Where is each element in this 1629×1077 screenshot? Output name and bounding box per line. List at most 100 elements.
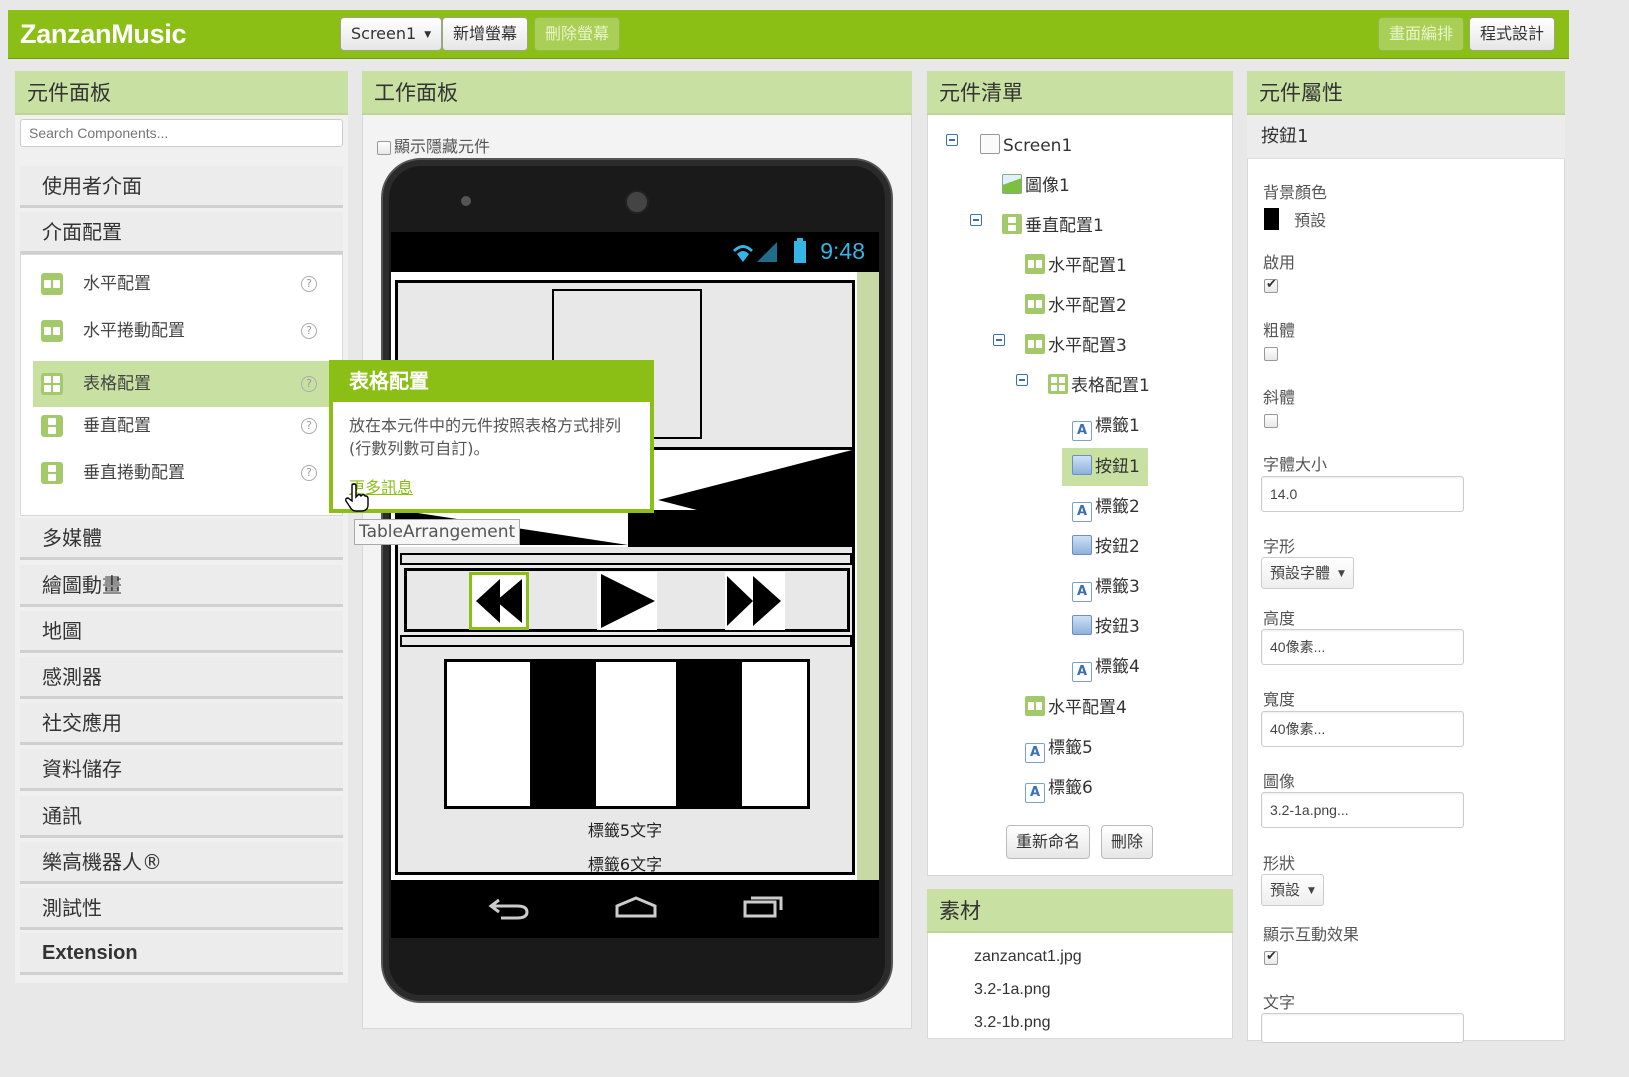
category-sensors[interactable]: 感測器 bbox=[20, 657, 343, 699]
tree-node-label: 按鈕3 bbox=[1095, 617, 1140, 637]
tree-node-label2[interactable]: A 標籤2 bbox=[1072, 492, 1140, 522]
help-icon[interactable]: ? bbox=[301, 376, 317, 392]
designer-button[interactable]: 畫面編排 bbox=[1378, 17, 1465, 51]
asset-item[interactable]: zanzancat1.jpg bbox=[974, 948, 1082, 966]
tree-node-horizontal2[interactable]: 水平配置2 bbox=[1025, 291, 1127, 321]
asset-item[interactable]: 3.2-1b.png bbox=[974, 1014, 1051, 1032]
media-body: zanzancat1.jpg 3.2-1a.png 3.2-1b.png bbox=[927, 933, 1233, 1039]
collapse-icon[interactable] bbox=[993, 334, 1005, 346]
width-input[interactable]: 40像素... bbox=[1261, 711, 1464, 747]
horizontal-arrangement-2[interactable] bbox=[400, 553, 852, 565]
bg-color-picker[interactable]: 預設 bbox=[1264, 207, 1326, 231]
phone-preview: 9:48 標籤5文字 標籤6文字 bbox=[381, 158, 893, 1003]
battery-icon bbox=[794, 238, 806, 263]
search-components-input[interactable] bbox=[20, 119, 343, 147]
category-experimental[interactable]: 測試性 bbox=[20, 888, 343, 930]
enabled-label: 啟用 bbox=[1263, 253, 1296, 272]
play-button[interactable] bbox=[597, 572, 657, 630]
recent-apps-icon bbox=[743, 896, 783, 918]
category-social[interactable]: 社交應用 bbox=[20, 703, 343, 745]
tree-node-label: 按鈕2 bbox=[1095, 537, 1140, 557]
horizontal-arrangement-icon bbox=[1025, 696, 1045, 716]
hover-tooltip: TableArrangement bbox=[354, 519, 521, 545]
image-input[interactable]: 3.2-1a.png... bbox=[1261, 792, 1464, 828]
enabled-checkbox[interactable] bbox=[1264, 277, 1278, 293]
rename-button[interactable]: 重新命名 bbox=[1006, 825, 1091, 859]
palette-item-vertical-arrangement[interactable]: 垂直配置 ? bbox=[33, 403, 329, 449]
tree-node-label1[interactable]: A 標籤1 bbox=[1072, 411, 1140, 441]
color-swatch bbox=[1264, 208, 1279, 230]
rewind-icon bbox=[476, 579, 522, 623]
horizontal-arrangement-4[interactable] bbox=[444, 659, 810, 809]
category-drawing-animation[interactable]: 繪圖動畫 bbox=[20, 565, 343, 607]
italic-checkbox[interactable] bbox=[1264, 414, 1278, 428]
feedback-checkbox[interactable] bbox=[1264, 949, 1278, 965]
label-6[interactable]: 標籤6文字 bbox=[398, 851, 852, 875]
tree-node-button3[interactable]: 按鈕3 bbox=[1072, 612, 1140, 642]
category-lego[interactable]: 樂高機器人® bbox=[20, 842, 343, 884]
category-maps[interactable]: 地圖 bbox=[20, 611, 343, 653]
bold-checkbox[interactable] bbox=[1264, 347, 1278, 361]
label-5[interactable]: 標籤5文字 bbox=[398, 817, 852, 841]
properties-header: 元件屬性 bbox=[1247, 71, 1565, 115]
show-hidden-checkbox[interactable]: 顯示隱藏元件 bbox=[377, 133, 490, 157]
tree-node-horizontal3[interactable]: 水平配置3 bbox=[1025, 331, 1127, 361]
palette-item-horizontal-scroll-arrangement[interactable]: 水平捲動配置 ? bbox=[33, 308, 329, 354]
horizontal-arrangement-3[interactable] bbox=[404, 568, 850, 632]
button-icon bbox=[1072, 535, 1092, 555]
scroll-strip bbox=[857, 272, 879, 880]
collapse-icon[interactable] bbox=[970, 214, 982, 226]
tree-node-button1[interactable]: 按鈕1 bbox=[1062, 448, 1148, 486]
viewer-panel: 工作面板 顯示隱藏元件 9:48 標籤5文字 標籤6文字 bbox=[362, 71, 912, 1029]
tree-node-horizontal1[interactable]: 水平配置1 bbox=[1025, 251, 1127, 281]
tree-node-label4[interactable]: A 標籤4 bbox=[1072, 652, 1140, 682]
horizontal-scroll-arrangement-icon bbox=[41, 320, 63, 342]
vertical-scroll-arrangement-icon bbox=[41, 462, 63, 484]
palette-item-horizontal-arrangement[interactable]: 水平配置 ? bbox=[33, 261, 329, 307]
category-user-interface[interactable]: 使用者介面 bbox=[20, 166, 343, 208]
shape-value: 預設 bbox=[1270, 881, 1301, 899]
help-icon[interactable]: ? bbox=[301, 276, 317, 292]
category-extension[interactable]: Extension bbox=[20, 933, 343, 975]
category-media[interactable]: 多媒體 bbox=[20, 518, 343, 560]
button-icon bbox=[1072, 615, 1092, 635]
back-icon bbox=[488, 898, 529, 920]
shape-select[interactable]: 預設 ▼ bbox=[1261, 874, 1324, 906]
fast-forward-button[interactable] bbox=[725, 572, 785, 630]
collapse-icon[interactable] bbox=[1016, 374, 1028, 386]
help-icon[interactable]: ? bbox=[301, 418, 317, 434]
add-screen-button[interactable]: 新增螢幕 bbox=[442, 17, 529, 51]
tree-node-label5[interactable]: A 標籤5 bbox=[1025, 733, 1093, 763]
palette-item-vertical-scroll-arrangement[interactable]: 垂直捲動配置 ? bbox=[33, 450, 329, 496]
tree-node-horizontal4[interactable]: 水平配置4 bbox=[1025, 693, 1127, 723]
rewind-button[interactable] bbox=[469, 572, 529, 630]
tree-node-screen1[interactable]: Screen1 bbox=[980, 131, 1072, 161]
help-icon[interactable]: ? bbox=[301, 465, 317, 481]
app-title: ZanzanMusic bbox=[20, 19, 187, 49]
screen-select[interactable]: Screen1 ▼ bbox=[340, 17, 443, 51]
bold-label: 粗體 bbox=[1263, 321, 1296, 340]
height-input[interactable]: 40像素... bbox=[1261, 629, 1464, 665]
category-layout[interactable]: 介面配置 bbox=[20, 212, 343, 254]
font-size-input[interactable]: 14.0 bbox=[1261, 476, 1464, 512]
tree-node-table1[interactable]: 表格配置1 bbox=[1048, 371, 1150, 401]
palette-item-table-arrangement[interactable]: 表格配置 ? bbox=[33, 361, 329, 407]
collapse-icon[interactable] bbox=[946, 134, 958, 146]
tree-node-button2[interactable]: 按鈕2 bbox=[1072, 532, 1140, 562]
category-storage[interactable]: 資料儲存 bbox=[20, 749, 343, 791]
tree-node-label6[interactable]: A 標籤6 bbox=[1025, 773, 1093, 803]
tree-node-label3[interactable]: A 標籤3 bbox=[1072, 572, 1140, 602]
tree-node-image1[interactable]: 圖像1 bbox=[1002, 171, 1070, 201]
checkbox[interactable] bbox=[377, 140, 391, 155]
image-label: 圖像 bbox=[1263, 772, 1296, 791]
asset-item[interactable]: 3.2-1a.png bbox=[974, 981, 1051, 999]
help-icon[interactable]: ? bbox=[301, 323, 317, 339]
tree-node-vertical1[interactable]: 垂直配置1 bbox=[1002, 211, 1104, 241]
typeface-select[interactable]: 預設字體 ▼ bbox=[1261, 557, 1354, 589]
delete-button[interactable]: 刪除 bbox=[1101, 825, 1154, 859]
remove-screen-button[interactable]: 刪除螢幕 bbox=[534, 17, 621, 51]
text-input[interactable] bbox=[1261, 1013, 1464, 1043]
tree-node-label: 水平配置4 bbox=[1048, 698, 1127, 718]
category-connectivity[interactable]: 通訊 bbox=[20, 796, 343, 838]
blocks-button[interactable]: 程式設計 bbox=[1469, 17, 1556, 51]
